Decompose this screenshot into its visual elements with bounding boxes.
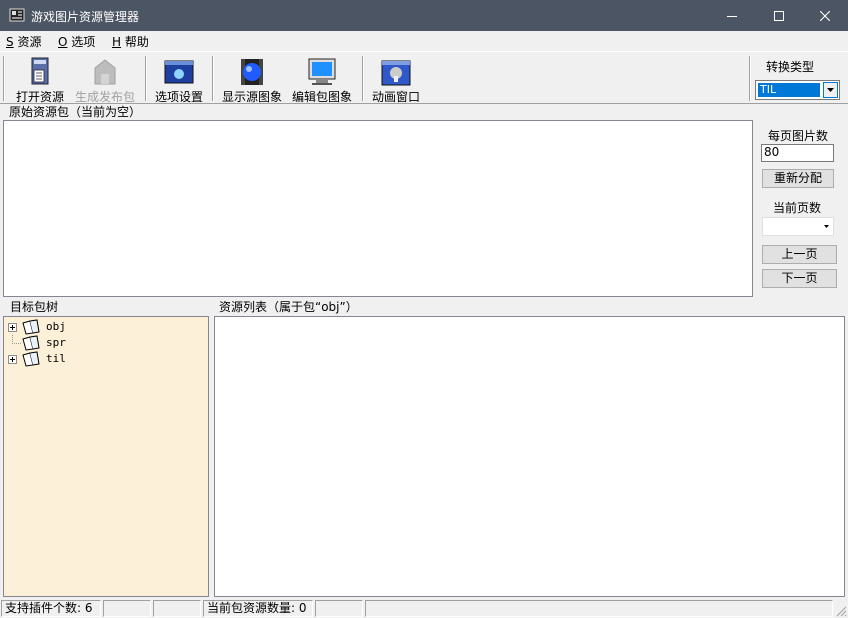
menu-help[interactable]: H 帮助 (112, 33, 149, 50)
animation-button[interactable]: 动画窗口 (368, 52, 424, 104)
menu-bar: S 资源 O 选项 H 帮助 (0, 31, 848, 51)
folder-icon (22, 335, 40, 351)
show-source-button[interactable]: 显示源图象 (218, 52, 286, 104)
menu-resource[interactable]: S 资源 (6, 33, 41, 50)
status-cell (315, 600, 363, 617)
source-image-area[interactable] (3, 120, 753, 297)
folder-icon (22, 319, 40, 335)
chevron-down-icon (827, 88, 834, 92)
tree-item-label: obj (46, 320, 66, 333)
settings-window-icon (164, 60, 194, 84)
convert-type-label: 转换类型 (766, 60, 815, 74)
redistribute-button[interactable]: 重新分配 (762, 169, 834, 188)
close-button[interactable] (801, 0, 848, 31)
open-resource-label: 打开资源 (15, 90, 64, 104)
toolbar-separator (749, 56, 751, 101)
maximize-icon (773, 10, 784, 21)
chevron-down-icon (824, 225, 829, 228)
options-label: 选项设置 (154, 90, 203, 104)
folder-icon (22, 351, 40, 367)
toolbar: 打开资源 生成发布包 选项设置 显示源图象 编辑包图象 动画窗口 转换类型 TI… (0, 51, 848, 104)
open-file-icon (31, 57, 49, 85)
resize-grip-icon[interactable] (835, 605, 847, 617)
next-page-button[interactable]: 下一页 (762, 269, 837, 288)
current-page-select[interactable] (762, 217, 834, 236)
convert-type-select[interactable]: TIL (755, 80, 840, 100)
tree-item-obj[interactable]: obj (8, 319, 88, 335)
animation-label: 动画窗口 (371, 90, 420, 104)
show-source-label: 显示源图象 (221, 90, 282, 104)
minimize-button[interactable] (708, 0, 755, 31)
expand-icon[interactable] (8, 355, 17, 364)
monitor-icon (308, 58, 336, 85)
toolbar-separator (145, 56, 147, 101)
tree-group-label: 目标包树 (8, 300, 61, 314)
edit-image-label: 编辑包图象 (291, 90, 352, 104)
tree-item-til[interactable]: til (8, 351, 88, 367)
dropdown-arrow[interactable] (823, 82, 838, 98)
convert-type-value: TIL (758, 83, 820, 97)
options-button[interactable]: 选项设置 (152, 52, 206, 104)
status-cell (365, 600, 833, 617)
toolbar-grip (3, 56, 5, 101)
status-cell (103, 600, 151, 617)
title-bar: 游戏图片资源管理器 (0, 0, 848, 31)
list-group-label: 资源列表（属于包“obj”） (217, 300, 360, 314)
per-page-label: 每页图片数 (768, 129, 829, 143)
publish-label: 生成发布包 (74, 90, 135, 104)
per-page-input[interactable]: 80 (761, 144, 834, 162)
menu-options[interactable]: O 选项 (58, 33, 95, 50)
package-tree[interactable]: obj spr til (3, 316, 209, 597)
tree-item-label: til (46, 352, 66, 365)
tree-item-spr[interactable]: spr (8, 335, 88, 351)
close-icon (819, 10, 830, 21)
publish-button[interactable]: 生成发布包 (72, 52, 138, 104)
open-resource-button[interactable]: 打开资源 (12, 52, 68, 104)
tree-item-label: spr (46, 336, 66, 349)
globe-icon (241, 59, 263, 85)
resource-list[interactable] (214, 316, 845, 597)
status-count: 当前包资源数量: 0 (203, 600, 313, 617)
app-icon (9, 8, 25, 22)
status-cell (153, 600, 201, 617)
minimize-icon (726, 15, 737, 17)
animation-window-icon (381, 60, 411, 86)
window-title: 游戏图片资源管理器 (31, 10, 140, 24)
current-page-label: 当前页数 (773, 201, 822, 215)
toolbar-separator (362, 56, 364, 101)
prev-page-button[interactable]: 上一页 (762, 245, 837, 264)
edit-image-button[interactable]: 编辑包图象 (290, 52, 354, 104)
status-bar: 支持插件个数: 6 当前包资源数量: 0 (0, 599, 848, 618)
package-icon (94, 59, 116, 85)
status-plugins: 支持插件个数: 6 (1, 600, 101, 617)
toolbar-separator (212, 56, 214, 101)
expand-icon[interactable] (8, 323, 17, 332)
maximize-button[interactable] (755, 0, 802, 31)
source-group-label: 原始资源包（当前为空） (7, 105, 144, 119)
